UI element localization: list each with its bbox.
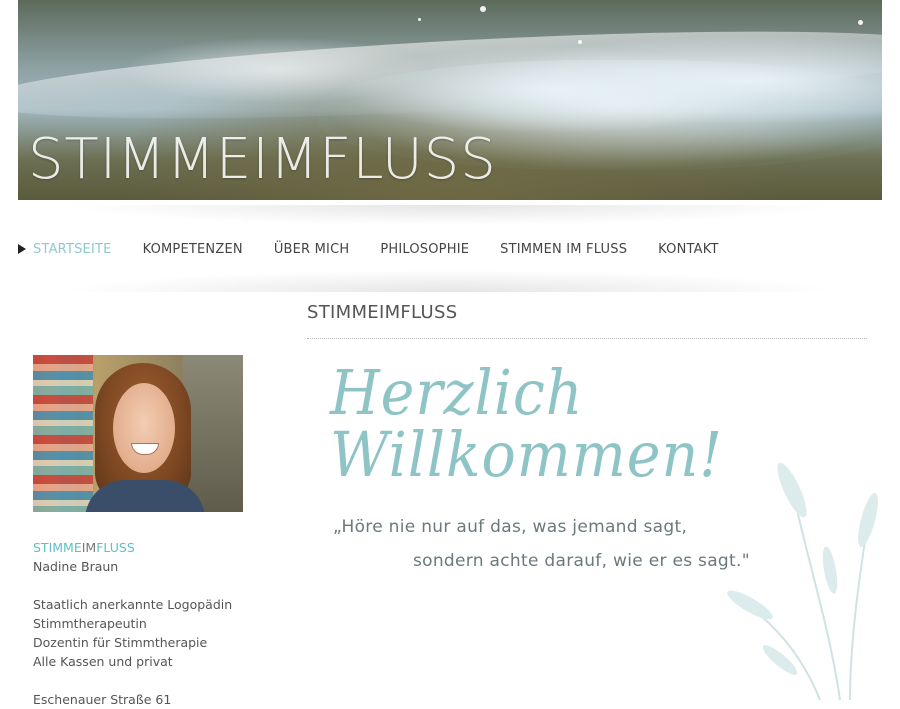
welcome-heading: Herzlich Willkommen!: [330, 356, 723, 491]
water-sparkle: [480, 6, 486, 12]
nav-item-stimmen-im-fluss[interactable]: STIMMEN IM FLUSS: [500, 242, 627, 257]
portrait-face: [113, 383, 175, 473]
striped-background: [33, 355, 93, 512]
header-banner: STIMMEIMFLUSS: [18, 0, 882, 200]
contact-info: STIMMEIMFLUSS Nadine Braun Staatlich ane…: [33, 538, 273, 709]
water-sparkle: [858, 20, 863, 25]
quote-line-2: sondern achte darauf, wie er es sagt.": [413, 551, 750, 571]
grass-decoration-icon: [727, 462, 878, 700]
page-title: STIMMEIMFLUSS: [307, 302, 458, 323]
brand-im: IM: [81, 540, 97, 555]
nav-item-philosophie[interactable]: PHILOSOPHIE: [380, 242, 469, 257]
water-sparkle: [578, 40, 582, 44]
portrait-photo: [33, 355, 243, 512]
brand-fluss: FLUSS: [96, 540, 135, 555]
qualification: Staatlich anerkannte Logopädin: [33, 597, 233, 612]
main-nav: STARTSEITE KOMPETENZEN ÜBER MICH PHILOSO…: [18, 238, 750, 260]
title-divider: [307, 338, 867, 339]
quote-line-1: „Höre nie nur auf das, was jemand sagt,: [333, 517, 688, 537]
nav-item-kompetenzen[interactable]: KOMPETENZEN: [143, 242, 243, 257]
site-title[interactable]: STIMMEIMFLUSS: [28, 132, 497, 188]
nav-shadow-top: [30, 205, 870, 227]
therapist-name: Nadine Braun: [33, 559, 119, 574]
nav-shadow-bottom: [30, 268, 870, 292]
nav-item-startseite[interactable]: STARTSEITE: [33, 242, 112, 257]
qualification: Dozentin für Stimmtherapie: [33, 635, 208, 650]
water-sparkle: [418, 18, 421, 21]
active-arrow-icon: [18, 244, 26, 254]
qualification: Alle Kassen und privat: [33, 654, 173, 669]
brand-stimme: STIMME: [33, 540, 82, 555]
nav-item-kontakt[interactable]: KONTAKT: [658, 242, 718, 257]
photo-background: [183, 355, 243, 512]
qualification: Stimmtherapeutin: [33, 616, 147, 631]
sidebar-brand: STIMMEIMFLUSS: [33, 538, 273, 557]
nav-item-ueber-mich[interactable]: ÜBER MICH: [274, 242, 350, 257]
